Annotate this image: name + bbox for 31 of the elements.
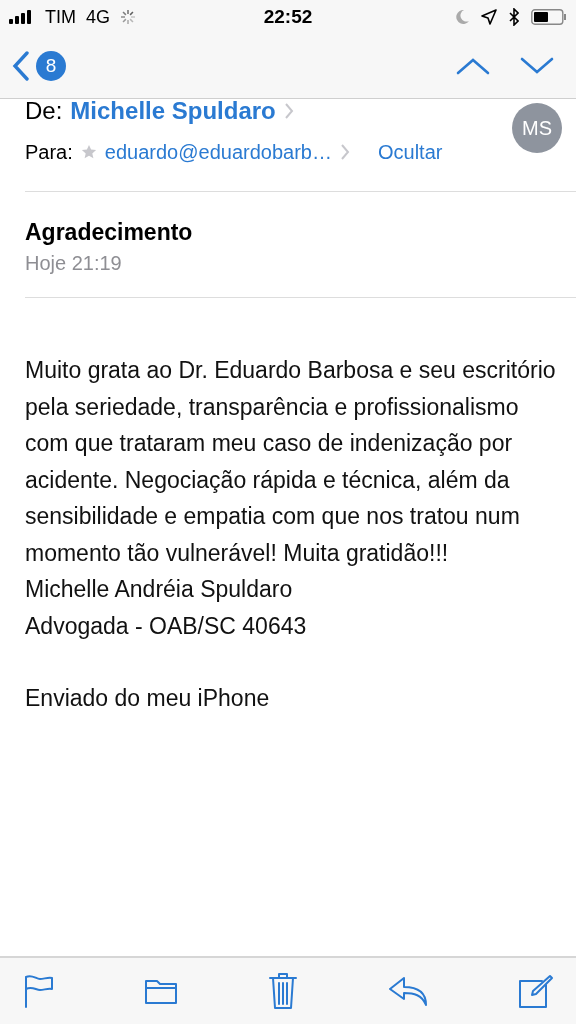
subject-line: Agradecimento <box>25 219 194 246</box>
chevron-down-icon[interactable] <box>520 57 554 75</box>
hide-link[interactable]: Ocultar <box>377 140 443 164</box>
compose-icon[interactable] <box>518 973 554 1009</box>
signature-line: Advogada - OAB/SC 40643 <box>25 611 308 641</box>
reply-icon[interactable] <box>388 976 428 1006</box>
from-label: De: <box>25 97 63 125</box>
activity-icon <box>120 9 136 25</box>
network-type: 4G <box>86 6 110 28</box>
trash-icon[interactable] <box>268 972 298 1010</box>
chevron-right-icon <box>283 102 294 120</box>
star-icon <box>80 144 97 160</box>
battery-icon <box>531 9 567 25</box>
bluetooth-icon <box>509 8 519 26</box>
message-date: Hoje 21:19 <box>25 252 123 275</box>
to-label: Para: <box>25 140 73 164</box>
signature-footer: Enviado do meu iPhone <box>25 680 556 717</box>
message-paragraph: Muito grata ao Dr. Eduardo Barbosa e seu escritório pela seriedade, transparência e profissionalismo com que trataram meu caso de indenização por acidente. Negociação rápida e técnica, além da sensibilidade e empatia com que nos tratou num momento tão vulnerável! Muita gratidão!!! <box>25 356 556 568</box>
sender-name[interactable]: Michelle Spuldaro <box>70 97 276 125</box>
chevron-right-icon <box>339 143 350 161</box>
moon-icon <box>455 9 469 25</box>
flag-icon[interactable] <box>24 974 54 1008</box>
chevron-up-icon[interactable] <box>456 57 490 75</box>
chevron-left-icon <box>12 51 30 81</box>
avatar: MS <box>512 103 562 153</box>
carrier-name: TIM <box>45 6 76 28</box>
recipient-address[interactable]: eduardo@eduardobarb… <box>104 140 332 164</box>
location-icon <box>481 9 497 25</box>
folder-icon[interactable] <box>144 977 178 1005</box>
signature-line: Michelle Andréia Spuldaro <box>25 575 294 604</box>
clock-time: 22:52 <box>263 6 313 27</box>
